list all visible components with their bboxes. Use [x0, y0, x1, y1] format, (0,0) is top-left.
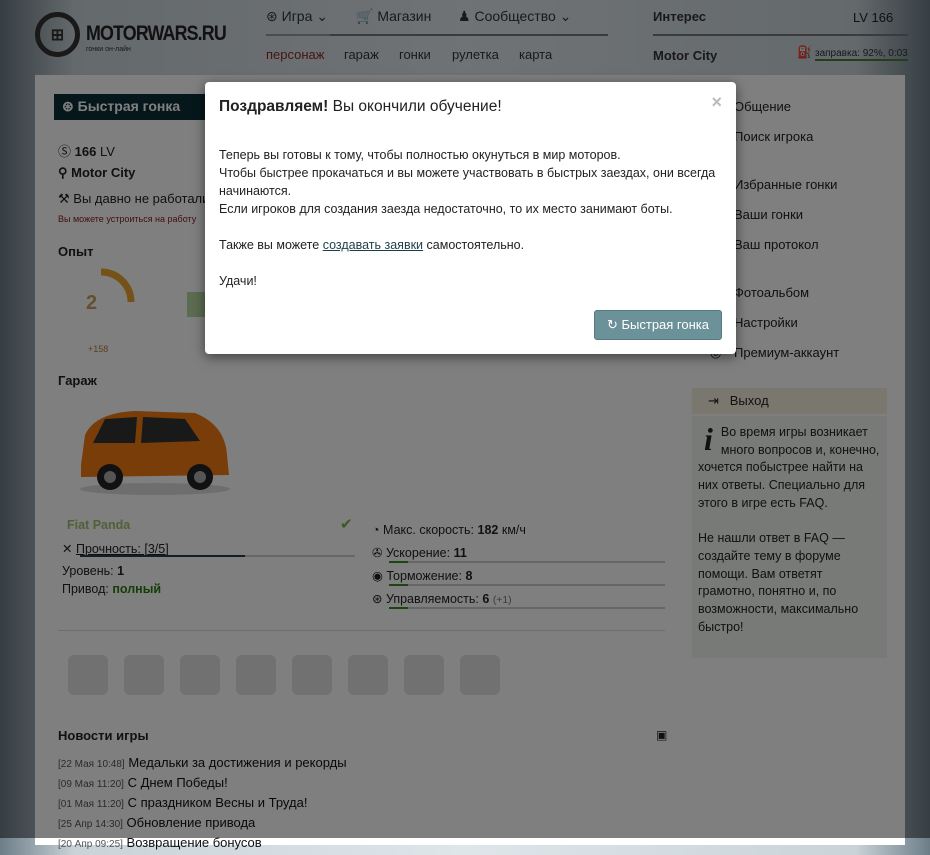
dialog-title: Поздравляем! Вы окончили обучение! [219, 98, 502, 115]
tutorial-complete-dialog: Поздравляем! Вы окончили обучение! × Теп… [205, 82, 736, 354]
create-requests-link[interactable]: создавать заявки [323, 238, 423, 252]
dialog-text: Чтобы быстрее прокачаться и вы можете уч… [219, 166, 716, 198]
refresh-icon: ↻ [606, 317, 622, 332]
quick-race-dialog-button[interactable]: ↻ Быстрая гонка [593, 310, 722, 340]
dialog-text: Если игроков для создания заезда недоста… [219, 202, 673, 216]
close-icon[interactable]: × [711, 92, 722, 113]
dialog-text: Удачи! [219, 274, 257, 288]
dialog-text: Теперь вы готовы к тому, чтобы полностью… [219, 148, 621, 162]
dialog-text: Также вы можете создавать заявки самосто… [219, 238, 525, 252]
dialog-body: Теперь вы готовы к тому, чтобы полностью… [219, 146, 722, 290]
